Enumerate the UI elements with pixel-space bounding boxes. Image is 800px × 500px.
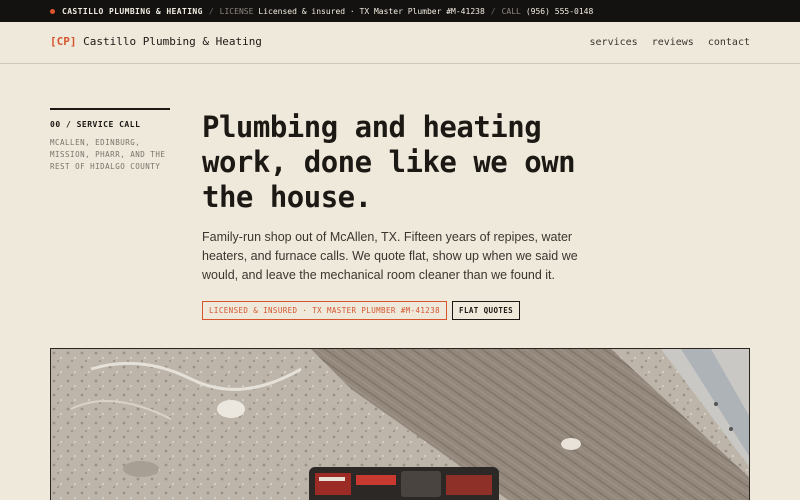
top-info-bar: CASTILLO PLUMBING & HEATING / LICENSE Li… — [0, 0, 800, 22]
jobsite-photo-icon — [51, 349, 749, 500]
nav-reviews[interactable]: reviews — [652, 37, 694, 48]
logo-name: Castillo Plumbing & Heating — [83, 35, 262, 48]
service-areas: MCALLEN, EDINBURG, MISSION, PHARR, AND T… — [50, 138, 166, 171]
separator: / — [490, 6, 496, 16]
license-badge: LICENSED & INSURED · TX MASTER PLUMBER #… — [202, 301, 448, 320]
phone-number[interactable]: (956) 555-0148 — [526, 7, 593, 16]
logo-mark: [CP] — [50, 35, 77, 48]
nav-contact[interactable]: contact — [708, 37, 750, 48]
jobsite-photo — [50, 348, 750, 500]
section-tag: 00 / SERVICE CALL — [50, 120, 141, 129]
site-header: [CP] Castillo Plumbing & Heating service… — [0, 22, 800, 64]
service-area-block: 00 / SERVICE CALL MCALLEN, EDINBURG, MIS… — [50, 108, 170, 173]
status-dot-icon — [50, 8, 55, 14]
license-label: LICENSE — [219, 6, 254, 16]
call-label: CALL — [501, 6, 521, 16]
nav-services[interactable]: services — [590, 37, 638, 48]
flat-quotes-badge: FLAT QUOTES — [452, 301, 521, 320]
divider — [50, 108, 170, 110]
main-nav: services reviews contact — [590, 37, 750, 48]
topbar-brand: CASTILLO PLUMBING & HEATING — [62, 6, 203, 16]
badge-row: LICENSED & INSURED · TX MASTER PLUMBER #… — [202, 301, 521, 320]
license-value: Licensed & insured · TX Master Plumber #… — [258, 6, 485, 16]
logo[interactable]: [CP] Castillo Plumbing & Heating — [50, 35, 262, 48]
hero-description: Family-run shop out of McAllen, TX. Fift… — [202, 230, 578, 282]
separator: / — [208, 6, 214, 16]
page-title: Plumbing and heating work, done like we … — [202, 110, 576, 214]
